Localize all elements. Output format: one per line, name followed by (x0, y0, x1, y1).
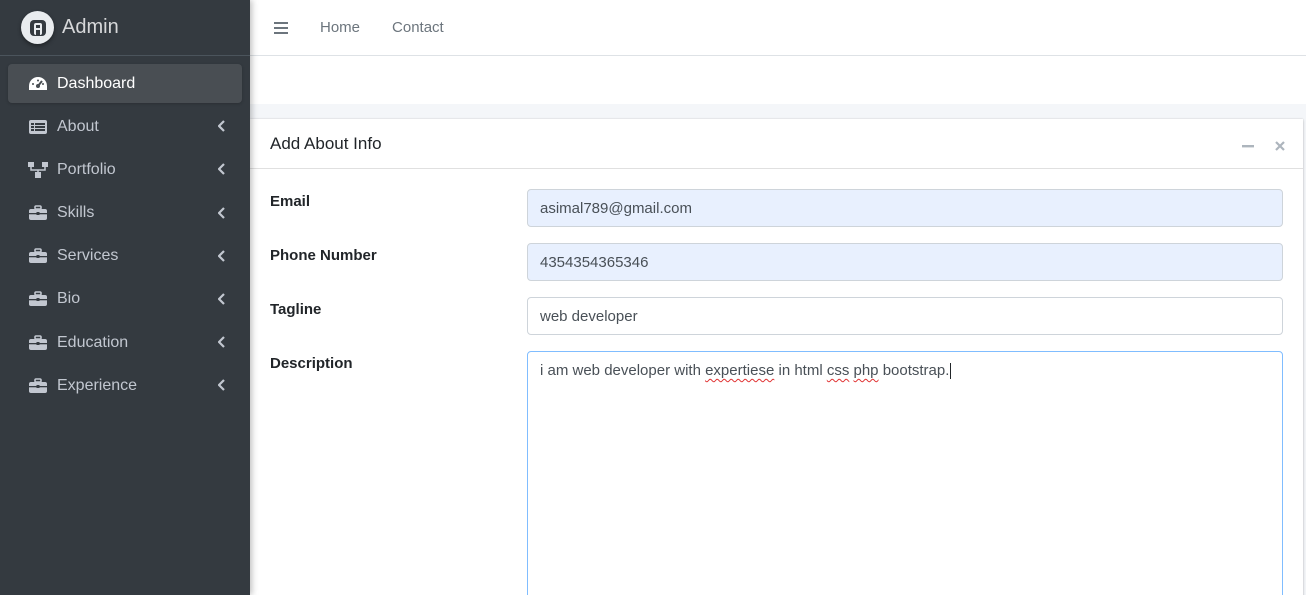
email-label: Email (270, 193, 311, 210)
description-text: i am web developer with expertiese in ht… (540, 362, 950, 379)
description-textarea[interactable]: i am web developer with expertiese in ht… (527, 351, 1283, 595)
phone-label: Phone Number (270, 247, 377, 264)
email-value: asimal789@gmail.com (540, 199, 692, 217)
briefcase-icon (27, 334, 49, 352)
sidebar-item-label: Experience (57, 376, 138, 394)
brand-text: Admin (62, 16, 119, 38)
nav-link-contact[interactable]: Contact (392, 19, 444, 36)
text-caret (950, 363, 952, 380)
brand-logo-icon (21, 11, 54, 44)
sidebar-item-experience[interactable]: Experience (8, 366, 242, 405)
sidebar-item-label: Skills (57, 204, 95, 222)
phone-value: 4354354365346 (540, 253, 649, 271)
sidebar-item-portfolio[interactable]: Portfolio (8, 150, 242, 189)
sidebar-item-label: Portfolio (57, 160, 116, 178)
chevron-left-icon (218, 379, 225, 392)
brand-link[interactable]: Admin (0, 0, 250, 56)
tagline-label: Tagline (270, 301, 322, 318)
sidebar-item-label: About (57, 117, 99, 135)
hamburger-menu-icon[interactable] (274, 21, 288, 34)
list-alt-icon (27, 118, 49, 136)
sidebar-item-education[interactable]: Education (8, 323, 242, 362)
sidebar-item-about[interactable]: About (8, 107, 242, 146)
card-tools (1223, 139, 1287, 153)
chevron-left-icon (218, 336, 225, 348)
sidebar: Admin Dashboard About Portfolio Skills S… (0, 0, 250, 595)
tagline-field[interactable]: web developer (527, 297, 1283, 335)
briefcase-icon (27, 204, 49, 222)
email-field[interactable]: asimal789@gmail.com (527, 189, 1283, 227)
sidebar-item-label: Bio (57, 290, 81, 308)
chevron-left-icon (218, 249, 225, 262)
card-title: Add About Info (270, 133, 382, 153)
close-icon[interactable] (1273, 139, 1287, 153)
tagline-value: web developer (540, 307, 638, 325)
add-about-card: Add About Info Email asimal789@gmail.com… (250, 119, 1303, 595)
sidebar-item-label: Education (57, 333, 129, 351)
tachometer-icon (27, 75, 49, 93)
chevron-left-icon (218, 163, 225, 176)
sidebar-nav: Dashboard About Portfolio Skills Service… (0, 56, 250, 405)
chevron-left-icon (218, 293, 225, 305)
phone-number-field[interactable]: 4354354365346 (527, 243, 1283, 281)
briefcase-icon (27, 247, 49, 265)
sidebar-item-services[interactable]: Services (8, 237, 242, 276)
nav-link-home[interactable]: Home (320, 19, 360, 36)
chevron-left-icon (218, 206, 225, 219)
chevron-left-icon (218, 120, 225, 132)
sidebar-item-bio[interactable]: Bio (8, 280, 242, 319)
card-header: Add About Info (250, 119, 1303, 169)
minus-icon[interactable] (1241, 139, 1255, 153)
sidebar-item-label: Services (57, 247, 119, 265)
top-navbar: Home Contact (250, 0, 1306, 56)
sidebar-item-skills[interactable]: Skills (8, 194, 242, 233)
briefcase-icon (27, 377, 49, 395)
sitemap-icon (27, 161, 49, 179)
briefcase-icon (27, 290, 49, 308)
sidebar-item-dashboard[interactable]: Dashboard (8, 64, 242, 103)
content-header (250, 56, 1306, 104)
sidebar-item-label: Dashboard (57, 74, 136, 92)
description-label: Description (270, 355, 353, 372)
